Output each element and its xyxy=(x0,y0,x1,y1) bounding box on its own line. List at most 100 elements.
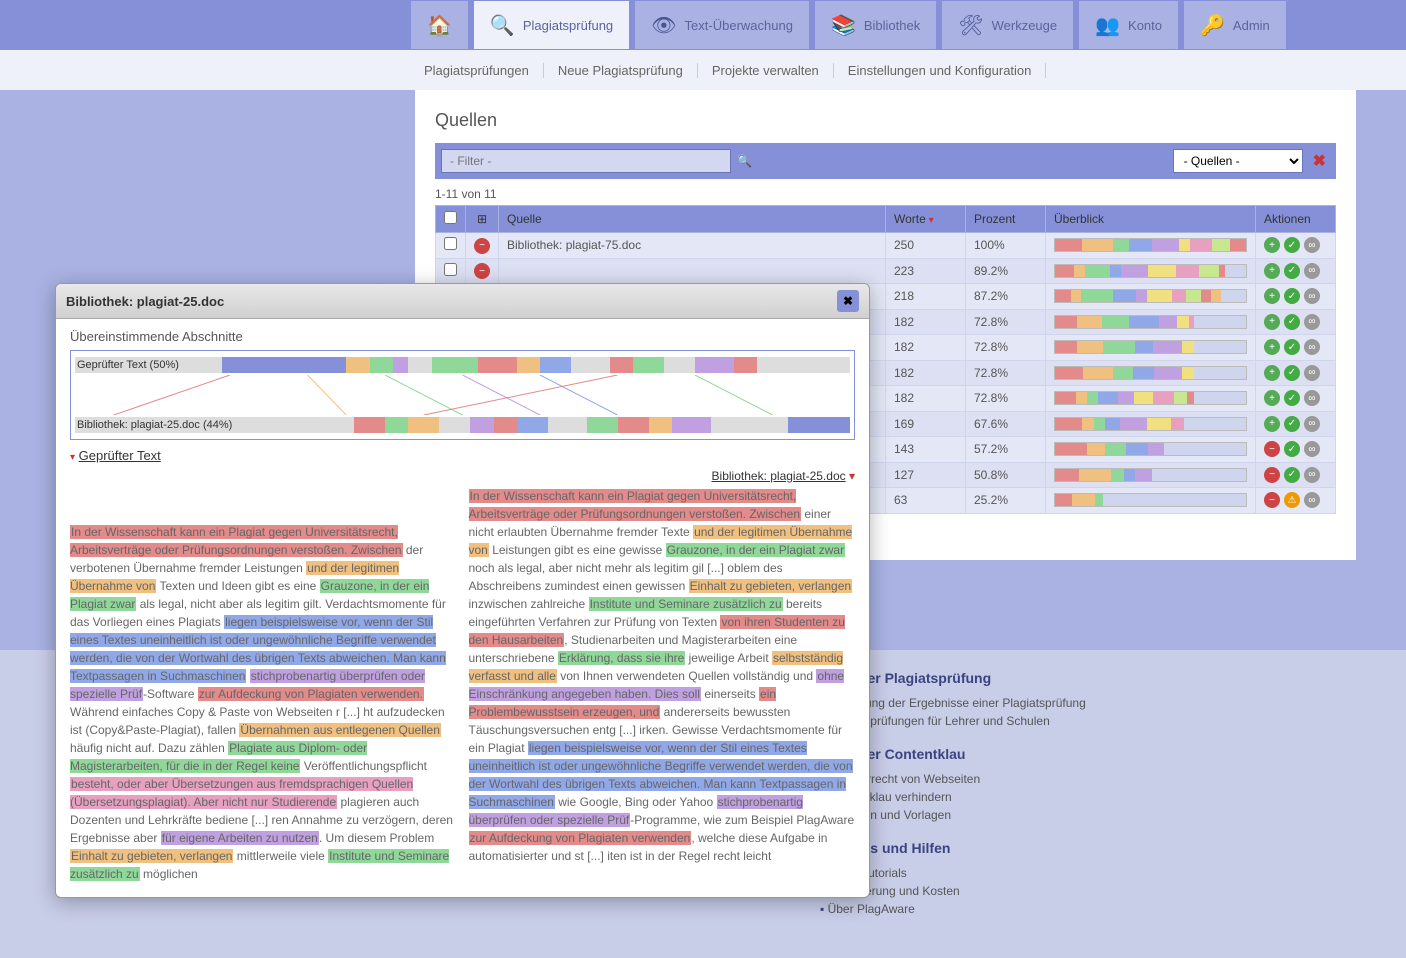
action-check-icon[interactable]: ✓ xyxy=(1284,365,1300,381)
footer-link[interactable]: Video Tutorials xyxy=(820,864,1356,882)
sources-dropdown[interactable]: - Quellen - xyxy=(1173,149,1303,173)
action-add-icon[interactable]: + xyxy=(1264,314,1280,330)
nav-home[interactable]: 🏠 xyxy=(410,0,469,50)
row-status-icon[interactable]: − xyxy=(466,258,499,284)
nav-admin[interactable]: 🔑Admin xyxy=(1183,0,1287,50)
subnav-item[interactable]: Plagiatsprüfungen xyxy=(410,63,544,78)
tools-icon: 🛠 xyxy=(958,13,983,38)
action-remove-icon[interactable]: − xyxy=(1264,467,1280,483)
action-link-icon[interactable]: ∞ xyxy=(1304,467,1320,483)
action-check-icon[interactable]: ✓ xyxy=(1284,441,1300,457)
row-overview xyxy=(1046,437,1256,463)
action-add-icon[interactable]: + xyxy=(1264,263,1280,279)
result-count: 1-11 von 11 xyxy=(435,187,1336,201)
col-checkbox[interactable] xyxy=(436,206,466,233)
row-prozent: 57.2% xyxy=(966,437,1046,463)
row-prozent: 89.2% xyxy=(966,258,1046,284)
row-overview xyxy=(1046,233,1256,259)
text-comparison: In der Wissenschaft kann ein Plagiat geg… xyxy=(70,487,855,883)
nav-bibliothek[interactable]: 📚Bibliothek xyxy=(814,0,937,50)
action-check-icon[interactable]: ✓ xyxy=(1284,263,1300,279)
action-add-icon[interactable]: + xyxy=(1264,365,1280,381)
row-prozent: 72.8% xyxy=(966,360,1046,386)
footer-link[interactable]: Plagiatsprüfungen für Lehrer und Schulen xyxy=(820,712,1356,730)
nav-plagiat[interactable]: 🔍Plagiatsprüfung xyxy=(473,0,630,50)
action-warn-icon[interactable]: ⚠ xyxy=(1284,492,1300,508)
action-check-icon[interactable]: ✓ xyxy=(1284,288,1300,304)
action-link-icon[interactable]: ∞ xyxy=(1304,288,1320,304)
row-worte: 223 xyxy=(886,258,966,284)
search-icon[interactable]: 🔍 xyxy=(737,154,752,168)
col-expand[interactable]: ⊞ xyxy=(466,206,499,233)
action-check-icon[interactable]: ✓ xyxy=(1284,237,1300,253)
action-link-icon[interactable]: ∞ xyxy=(1304,441,1320,457)
action-link-icon[interactable]: ∞ xyxy=(1304,314,1320,330)
footer-link[interactable]: Lizenzierung und Kosten xyxy=(820,882,1356,900)
action-link-icon[interactable]: ∞ xyxy=(1304,390,1320,406)
toggle-checked-text[interactable]: ▾ Geprüfter Text xyxy=(70,448,855,463)
action-add-icon[interactable]: + xyxy=(1264,288,1280,304)
row-actions: −✓∞ xyxy=(1256,462,1336,488)
action-check-icon[interactable]: ✓ xyxy=(1284,339,1300,355)
action-check-icon[interactable]: ✓ xyxy=(1284,416,1300,432)
row-actions: −⚠∞ xyxy=(1256,488,1336,514)
footer-link[interactable]: Bewertung der Ergebnisse einer Plagiatsp… xyxy=(820,694,1356,712)
action-check-icon[interactable]: ✓ xyxy=(1284,467,1300,483)
action-link-icon[interactable]: ∞ xyxy=(1304,237,1320,253)
action-add-icon[interactable]: + xyxy=(1264,416,1280,432)
subnav-item[interactable]: Einstellungen und Konfiguration xyxy=(834,63,1047,78)
row-actions: +✓∞ xyxy=(1256,258,1336,284)
filter-bar: 🔍 - Quellen - ✖ xyxy=(435,143,1336,179)
row-status-icon[interactable]: − xyxy=(466,233,499,259)
col-aktionen[interactable]: Aktionen xyxy=(1256,206,1336,233)
row-quelle[interactable]: Bibliothek: plagiat-75.doc xyxy=(499,233,886,259)
action-remove-icon[interactable]: − xyxy=(1264,441,1280,457)
row-quelle[interactable] xyxy=(499,258,886,284)
home-icon: 🏠 xyxy=(427,13,452,38)
comparison-dialog: Bibliothek: plagiat-25.doc ✖ Übereinstim… xyxy=(55,283,870,898)
row-checkbox[interactable] xyxy=(436,233,466,259)
action-link-icon[interactable]: ∞ xyxy=(1304,263,1320,279)
filter-input[interactable] xyxy=(441,149,731,173)
action-add-icon[interactable]: + xyxy=(1264,237,1280,253)
action-add-icon[interactable]: + xyxy=(1264,390,1280,406)
subnav-item[interactable]: Neue Plagiatsprüfung xyxy=(544,63,698,78)
subnav-item[interactable]: Projekte verwalten xyxy=(698,63,834,78)
row-prozent: 50.8% xyxy=(966,462,1046,488)
col-ueberblick[interactable]: Überblick xyxy=(1046,206,1256,233)
nav-text[interactable]: 👁 Text-Überwachung xyxy=(634,0,810,50)
toggle-source-text[interactable]: Bibliothek: plagiat-25.doc ▾ xyxy=(70,469,855,483)
action-link-icon[interactable]: ∞ xyxy=(1304,416,1320,432)
top-nav: 🏠 🔍Plagiatsprüfung 👁 Text-Überwachung 📚Bi… xyxy=(0,0,1406,50)
nav-werkzeuge[interactable]: 🛠Werkzeuge xyxy=(941,0,1074,50)
action-add-icon[interactable]: + xyxy=(1264,339,1280,355)
close-icon[interactable]: ✖ xyxy=(837,290,859,312)
action-remove-icon[interactable]: − xyxy=(1264,492,1280,508)
col-prozent[interactable]: Prozent xyxy=(966,206,1046,233)
match-row-source: Bibliothek: plagiat-25.doc (44%) xyxy=(75,417,850,433)
nav-label: Text-Überwachung xyxy=(685,18,793,33)
nav-konto[interactable]: 👥Konto xyxy=(1078,0,1179,50)
row-prozent: 25.2% xyxy=(966,488,1046,514)
row-checkbox[interactable] xyxy=(436,258,466,284)
footer-link[interactable]: Über PlagAware xyxy=(820,900,1356,918)
action-link-icon[interactable]: ∞ xyxy=(1304,492,1320,508)
row-worte: 182 xyxy=(886,360,966,386)
footer-link[interactable]: Contentklau verhindern xyxy=(820,788,1356,806)
footer-link[interactable]: Urheberrecht von Webseiten xyxy=(820,770,1356,788)
eye-icon: 👁 xyxy=(651,13,676,38)
row-overview xyxy=(1046,258,1256,284)
row-prozent: 72.8% xyxy=(966,386,1046,412)
action-link-icon[interactable]: ∞ xyxy=(1304,339,1320,355)
action-check-icon[interactable]: ✓ xyxy=(1284,390,1300,406)
col-worte[interactable]: Worte xyxy=(886,206,966,233)
action-check-icon[interactable]: ✓ xyxy=(1284,314,1300,330)
footer-link[interactable]: Leitfaden und Vorlagen xyxy=(820,806,1356,824)
dialog-header[interactable]: Bibliothek: plagiat-25.doc ✖ xyxy=(56,284,869,319)
dialog-title: Bibliothek: plagiat-25.doc xyxy=(66,294,837,309)
row-overview xyxy=(1046,284,1256,310)
action-link-icon[interactable]: ∞ xyxy=(1304,365,1320,381)
clear-filter-icon[interactable]: ✖ xyxy=(1309,151,1330,171)
row-worte: 182 xyxy=(886,309,966,335)
col-quelle[interactable]: Quelle xyxy=(499,206,886,233)
